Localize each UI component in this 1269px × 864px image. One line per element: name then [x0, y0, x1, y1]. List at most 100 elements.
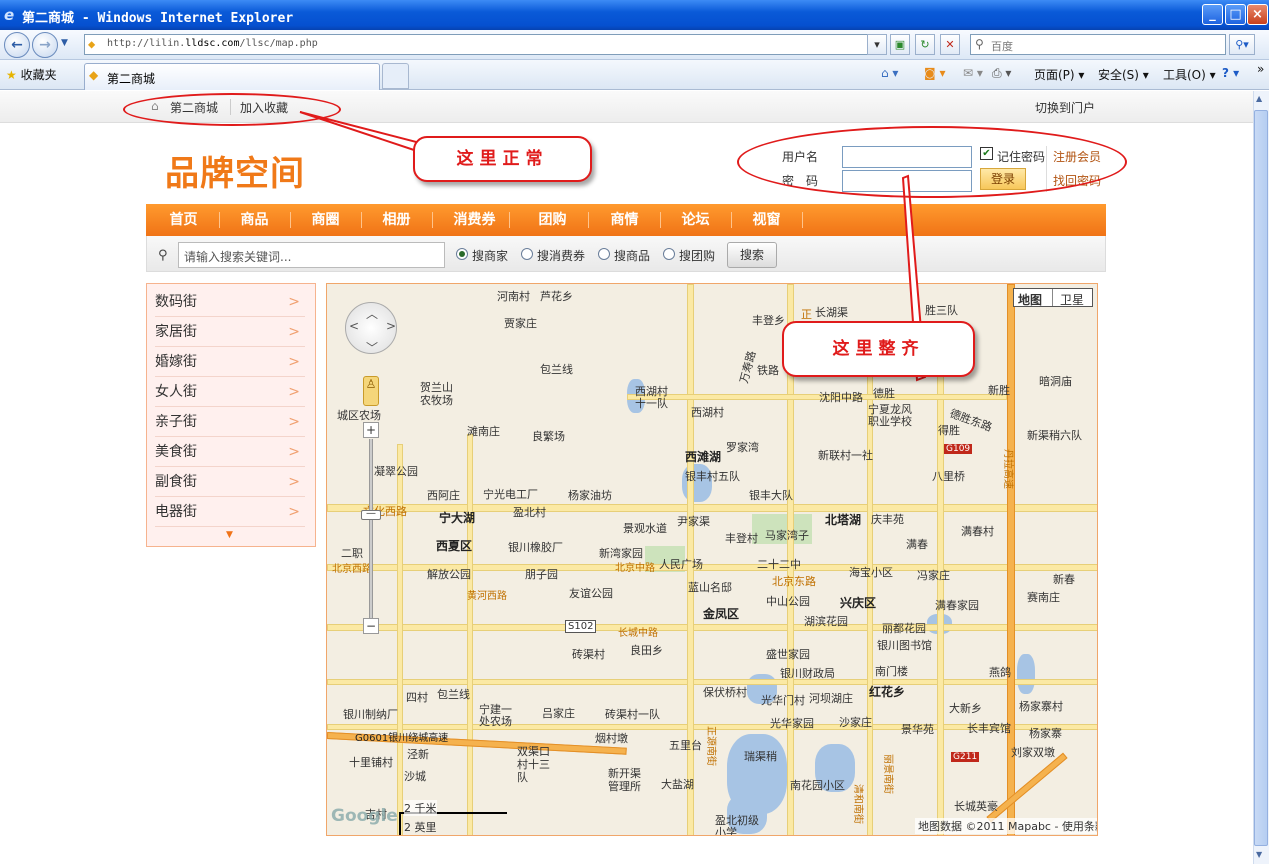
chevron-right-icon: >	[288, 504, 300, 520]
zoom-out-button[interactable]: −	[363, 618, 379, 634]
nav-item-forum[interactable]: 论坛	[660, 204, 731, 236]
feeds-icon[interactable]: ◙ ▾	[924, 66, 945, 80]
home-icon[interactable]: ⌂ ▾	[881, 66, 898, 80]
street-view-pegman-icon[interactable]: ♙	[363, 376, 379, 406]
favorites-button[interactable]: ★ 收藏夹	[6, 66, 57, 83]
address-bar[interactable]: ◆ http://lilin.lldsc.com/llsc/map.php	[84, 34, 886, 55]
category-item[interactable]: 女人街 >	[155, 377, 305, 407]
scrollbar-thumb[interactable]	[1254, 110, 1268, 846]
close-button[interactable]: ×	[1247, 4, 1268, 25]
radio-label-goods: 搜商品	[614, 249, 651, 263]
browser-tab[interactable]: ◆ 第二商城	[84, 63, 380, 90]
map-pan-control[interactable]: ︿ ﹀ < >	[345, 302, 397, 356]
map-label: 德胜	[873, 387, 895, 400]
radio-label-groupbuy: 搜团购	[679, 249, 716, 263]
nav-item-home[interactable]: 首页	[148, 204, 219, 236]
pan-up-icon[interactable]: ︿	[366, 305, 378, 322]
map-label: 黄河西路	[467, 591, 507, 602]
water-body	[1017, 654, 1035, 694]
map-label: 南门楼	[875, 665, 908, 678]
help-icon[interactable]: ? ▾	[1222, 66, 1239, 80]
map-view[interactable]: 河南村 芦花乡 长湖渠 胜三队 丰登乡 贾家庄 万寿路 包兰线 铁路 贺兰山农牧…	[326, 283, 1098, 836]
print-icon[interactable]: ⎙ ▾	[992, 66, 1011, 81]
history-dropdown-icon[interactable]: ▼	[61, 38, 68, 48]
forward-button[interactable]: →	[32, 32, 58, 58]
nav-item-coupon[interactable]: 消费券	[439, 204, 510, 236]
category-item[interactable]: 亲子街 >	[155, 407, 305, 437]
safety-menu[interactable]: 安全(S) ▾	[1098, 66, 1149, 83]
scroll-down-icon[interactable]: ▼	[1256, 850, 1262, 859]
site-search-input[interactable]: 请输入搜索关键词...	[178, 242, 445, 268]
toolbar-overflow-icon[interactable]: »	[1257, 62, 1264, 76]
search-magnifier-icon: ⚲	[975, 37, 984, 51]
category-item[interactable]: 家居街 >	[155, 317, 305, 347]
map-label: 景华苑	[901, 723, 934, 736]
map-label: 北塔湖	[825, 513, 862, 527]
map-label: 良繁场	[532, 430, 565, 443]
scroll-up-icon[interactable]: ▲	[1256, 94, 1262, 103]
category-item[interactable]: 婚嫁街 >	[155, 347, 305, 377]
mail-icon[interactable]: ✉ ▾	[963, 66, 983, 80]
category-item[interactable]: 数码街 >	[155, 287, 305, 317]
map-label: 西湖村	[691, 406, 724, 419]
map-label: 人民广场	[659, 558, 703, 571]
minimize-button[interactable]: _	[1202, 4, 1223, 25]
nav-item-groupbuy[interactable]: 团购	[517, 204, 588, 236]
nav-item-album[interactable]: 相册	[361, 204, 432, 236]
category-item[interactable]: 副食街 >	[155, 467, 305, 497]
address-dropdown-icon[interactable]: ▾	[867, 34, 887, 55]
map-label: 砖渠村一队	[605, 708, 660, 721]
forward-arrow-icon: →	[39, 37, 51, 53]
map-label: 贺兰山农牧场	[420, 381, 453, 407]
browser-search-input[interactable]: ⚲ 百度	[970, 34, 1226, 55]
zoom-in-button[interactable]: +	[363, 422, 379, 438]
map-attribution[interactable]: 地图数据 ©2011 Mapabc - 使用条款	[915, 818, 1097, 834]
new-tab-button[interactable]	[382, 63, 409, 89]
category-item[interactable]: 美食街 >	[155, 437, 305, 467]
zoom-slider-track[interactable]	[369, 439, 373, 619]
radio-search-groupbuy[interactable]	[663, 248, 675, 260]
map-label: 银川图书馆	[877, 639, 932, 652]
chevron-right-icon: >	[288, 444, 300, 460]
star-icon: ★	[6, 68, 17, 82]
zoom-slider-handle[interactable]: —	[361, 509, 381, 520]
google-logo: Google	[331, 806, 398, 826]
pan-down-icon[interactable]: ﹀	[366, 339, 378, 356]
nav-item-district[interactable]: 商圈	[290, 204, 361, 236]
search-go-button[interactable]: ⚲▾	[1229, 34, 1255, 55]
stop-icon[interactable]: ✕	[940, 34, 960, 55]
map-label: 杨家寨	[1029, 727, 1062, 740]
page-menu[interactable]: 页面(P) ▾	[1034, 66, 1084, 83]
compat-view-icon[interactable]: ▣	[890, 34, 910, 55]
radio-search-goods[interactable]	[598, 248, 610, 260]
scale-mi: 2 英里	[404, 821, 437, 834]
map-type-satellite-button[interactable]: 卫星	[1060, 291, 1084, 308]
map-label: 十里铺村	[349, 756, 393, 769]
map-type-map-button[interactable]: 地图	[1018, 291, 1042, 308]
search-button[interactable]: 搜索	[727, 242, 777, 268]
tools-menu[interactable]: 工具(O) ▾	[1163, 66, 1216, 83]
radio-search-shop[interactable]	[456, 248, 468, 260]
back-button[interactable]: ←	[4, 32, 30, 58]
map-label: 万寿路	[737, 349, 759, 385]
portal-link[interactable]: 切换到门户	[1035, 99, 1095, 116]
map-label: 暗洞庙	[1039, 375, 1072, 388]
radio-search-coupon[interactable]	[521, 248, 533, 260]
nav-item-window[interactable]: 视窗	[731, 204, 802, 236]
map-label: 砖渠村	[572, 648, 605, 661]
more-categories-icon[interactable]: ▼	[226, 530, 233, 540]
nav-item-goods[interactable]: 商品	[219, 204, 290, 236]
annotation-ellipse	[123, 93, 341, 126]
category-item[interactable]: 电器街 >	[155, 497, 305, 527]
refresh-icon[interactable]: ↻	[915, 34, 935, 55]
radio-label-shop: 搜商家	[472, 249, 509, 263]
nav-divider	[802, 212, 803, 228]
pan-left-icon[interactable]: <	[349, 319, 359, 333]
map-label: 五里台	[669, 739, 702, 752]
nav-item-market[interactable]: 商情	[589, 204, 660, 236]
pan-right-icon[interactable]: >	[386, 319, 396, 333]
map-label: 长城英豪	[954, 800, 998, 813]
maximize-button[interactable]: □	[1225, 4, 1246, 25]
map-label: 包兰线	[540, 363, 573, 376]
map-label: 银川橡胶厂	[508, 541, 563, 554]
